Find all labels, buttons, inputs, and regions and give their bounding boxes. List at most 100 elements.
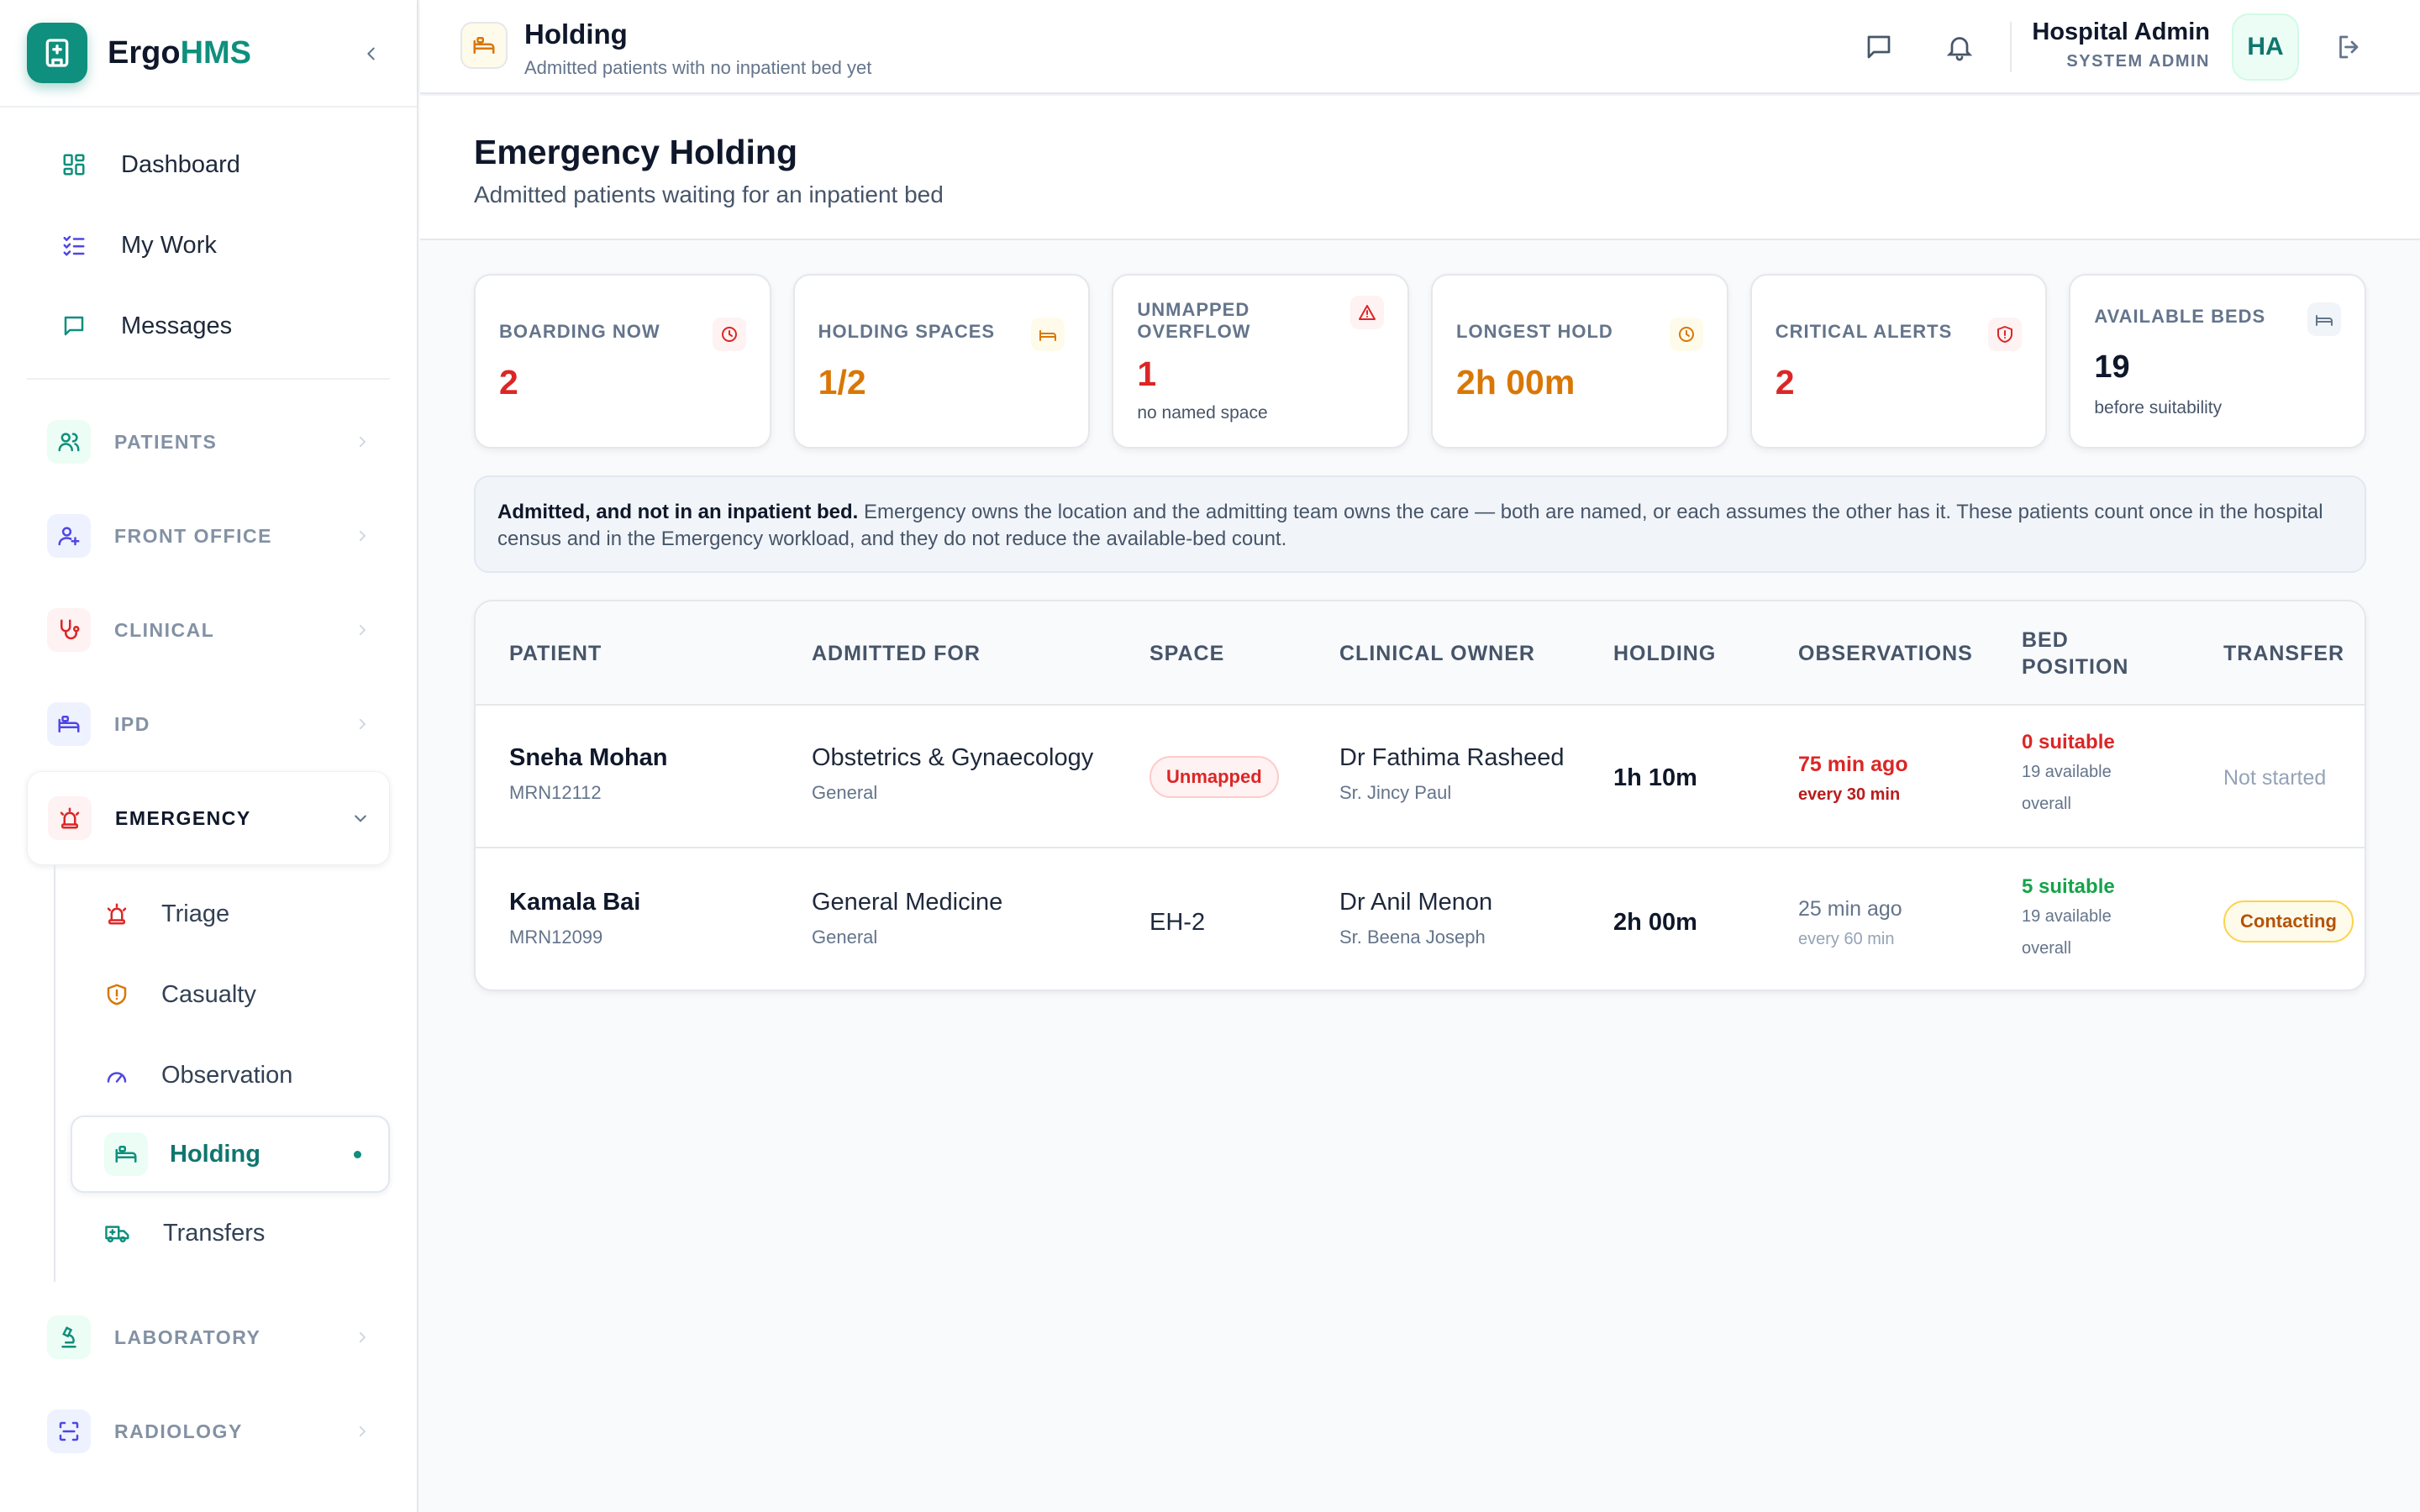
table-header: PATIENT ADMITTED FOR SPACE CLINICAL OWNE… bbox=[476, 601, 2365, 706]
shield-alert-icon bbox=[104, 982, 129, 1007]
chevron-right-icon bbox=[355, 622, 370, 638]
transfer-status: Not started bbox=[2223, 766, 2327, 790]
clock-icon bbox=[712, 318, 746, 351]
sidebar-group-label: IPD bbox=[114, 712, 150, 735]
sidebar-group-laboratory[interactable]: LABORATORY bbox=[27, 1290, 390, 1384]
space-cell: Unmapped bbox=[1150, 756, 1279, 798]
column-header-clinical-owner[interactable]: CLINICAL OWNER bbox=[1339, 640, 1535, 667]
sidebar-group-radiology[interactable]: RADIOLOGY bbox=[27, 1384, 390, 1478]
messages-button[interactable] bbox=[1860, 29, 1897, 66]
sidebar-item-casualty[interactable]: Casualty bbox=[55, 954, 417, 1035]
sidebar-item-holding[interactable]: Holding bbox=[71, 1116, 390, 1193]
sidebar-group-ipd[interactable]: IPD bbox=[27, 677, 390, 771]
notifications-button[interactable] bbox=[1941, 29, 1978, 66]
chevron-right-icon bbox=[355, 717, 370, 732]
bed-icon bbox=[104, 1132, 148, 1176]
admitted-for-cell: General Medicine General bbox=[812, 889, 1002, 948]
sidebar-collapse-button[interactable] bbox=[358, 40, 385, 67]
stat-value: 2 bbox=[499, 363, 518, 402]
siren-icon bbox=[104, 901, 129, 927]
bed-icon bbox=[47, 702, 91, 746]
table-row[interactable]: Sneha Mohan MRN12112 Obstetrics & Gynaec… bbox=[476, 706, 2365, 848]
owner-name: Dr Fathima Rasheed bbox=[1339, 744, 1565, 771]
column-header-observations[interactable]: OBSERVATIONS bbox=[1798, 640, 1973, 667]
topbar-subtitle: Admitted patients with no inpatient bed … bbox=[524, 57, 872, 78]
transfer-cell: Contacting bbox=[2223, 900, 2354, 942]
scan-icon bbox=[47, 1410, 91, 1453]
stat-label: CRITICAL ALERTS bbox=[1775, 321, 1953, 342]
stat-value: 1 bbox=[1137, 354, 1157, 393]
sidebar-item-label: Holding bbox=[170, 1140, 260, 1168]
table-row[interactable]: Kamala Bai MRN12099 General Medicine Gen… bbox=[476, 850, 2365, 990]
dashboard-grid-icon bbox=[59, 150, 89, 180]
owner-name: Dr Anil Menon bbox=[1339, 889, 1493, 916]
department-sub: General bbox=[812, 927, 878, 948]
column-header-holding[interactable]: HOLDING bbox=[1613, 640, 1716, 667]
column-header-patient[interactable]: PATIENT bbox=[509, 640, 602, 667]
stat-card-boarding-now: BOARDING NOW 2 bbox=[474, 274, 771, 449]
sidebar-item-messages[interactable]: Messages bbox=[59, 286, 417, 366]
column-header-space[interactable]: SPACE bbox=[1150, 640, 1224, 667]
sidebar-group-label: RADIOLOGY bbox=[114, 1420, 243, 1442]
chevron-right-icon bbox=[355, 1330, 370, 1345]
observations-cell: 25 min ago every 60 min bbox=[1798, 897, 1902, 949]
active-indicator bbox=[354, 1150, 361, 1158]
column-header-line: POSITION bbox=[2022, 655, 2129, 679]
sidebar-item-transfers[interactable]: Transfers bbox=[55, 1193, 417, 1273]
microscope-icon bbox=[47, 1315, 91, 1359]
column-header-admitted-for[interactable]: ADMITTED FOR bbox=[812, 640, 981, 667]
stethoscope-icon bbox=[47, 608, 91, 652]
hospital-logo-icon[interactable] bbox=[27, 23, 87, 83]
sidebar-item-triage[interactable]: Triage bbox=[55, 874, 417, 954]
stat-value: 19 bbox=[2094, 349, 2130, 385]
bell-icon bbox=[1946, 37, 1973, 61]
alert-triangle-icon bbox=[1350, 296, 1385, 329]
logout-icon bbox=[2339, 35, 2359, 59]
available-beds: 19 available overall bbox=[2022, 907, 2112, 958]
users-icon bbox=[47, 420, 91, 464]
chevron-right-icon bbox=[355, 434, 370, 449]
sidebar-item-label: Observation bbox=[161, 1061, 293, 1089]
nurse-name: Sr. Jincy Paul bbox=[1339, 782, 1452, 803]
column-header-transfer[interactable]: TRANSFER bbox=[2223, 640, 2344, 667]
page-subtitle: Admitted patients waiting for an inpatie… bbox=[474, 181, 944, 207]
patient-mrn: MRN12112 bbox=[509, 782, 602, 803]
suitable-beds: 0 suitable bbox=[2022, 731, 2115, 753]
department-sub: General bbox=[812, 782, 878, 803]
patient-mrn: MRN12099 bbox=[509, 927, 603, 948]
avatar[interactable]: HA bbox=[2232, 13, 2299, 81]
sidebar-group-clinical[interactable]: CLINICAL bbox=[27, 583, 390, 677]
clinical-owner-cell: Dr Anil Menon Sr. Beena Joseph bbox=[1339, 889, 1492, 948]
admitted-for-cell: Obstetrics & Gynaecology General bbox=[812, 744, 1093, 804]
chevron-right-icon bbox=[355, 528, 370, 543]
sidebar-item-label: My Work bbox=[121, 231, 217, 259]
space-name: EH-2 bbox=[1150, 909, 1206, 936]
patient-cell: Kamala Bai MRN12099 bbox=[509, 889, 640, 948]
sidebar-group-emergency[interactable]: EMERGENCY bbox=[27, 771, 390, 865]
patient-name[interactable]: Sneha Mohan bbox=[509, 744, 668, 772]
shield-alert-icon bbox=[1988, 318, 2023, 351]
logout-button[interactable] bbox=[2331, 29, 2368, 66]
chevron-down-icon bbox=[352, 810, 369, 827]
column-header-bed-position[interactable]: BED POSITION bbox=[2022, 627, 2128, 680]
sidebar-item-label: Casualty bbox=[161, 980, 256, 1008]
page-title: Emergency Holding bbox=[474, 133, 798, 171]
bed-icon bbox=[1031, 318, 1065, 351]
transfer-status-badge[interactable]: Contacting bbox=[2223, 900, 2354, 942]
sidebar-item-label: Transfers bbox=[163, 1219, 266, 1247]
sidebar-group-front-office[interactable]: FRONT OFFICE bbox=[27, 489, 390, 583]
patient-name[interactable]: Kamala Bai bbox=[509, 889, 640, 916]
clinical-owner-cell: Dr Fathima Rasheed Sr. Jincy Paul bbox=[1339, 744, 1565, 804]
brand-name: ErgoHMS bbox=[108, 34, 252, 71]
user-plus-icon bbox=[47, 514, 91, 558]
sidebar-item-my-work[interactable]: My Work bbox=[59, 205, 417, 286]
sidebar-group-label: FRONT OFFICE bbox=[114, 524, 272, 547]
stat-card-critical-alerts: CRITICAL ALERTS 2 bbox=[1749, 274, 2048, 449]
last-observation: 25 min ago bbox=[1798, 897, 1902, 921]
siren-icon bbox=[48, 796, 92, 840]
sidebar-item-observation[interactable]: Observation bbox=[55, 1035, 417, 1116]
bed-icon bbox=[460, 22, 508, 69]
sidebar-item-dashboard[interactable]: Dashboard bbox=[59, 124, 417, 205]
sidebar-group-patients[interactable]: PATIENTS bbox=[27, 395, 390, 489]
sidebar-group-label: EMERGENCY bbox=[115, 806, 251, 829]
